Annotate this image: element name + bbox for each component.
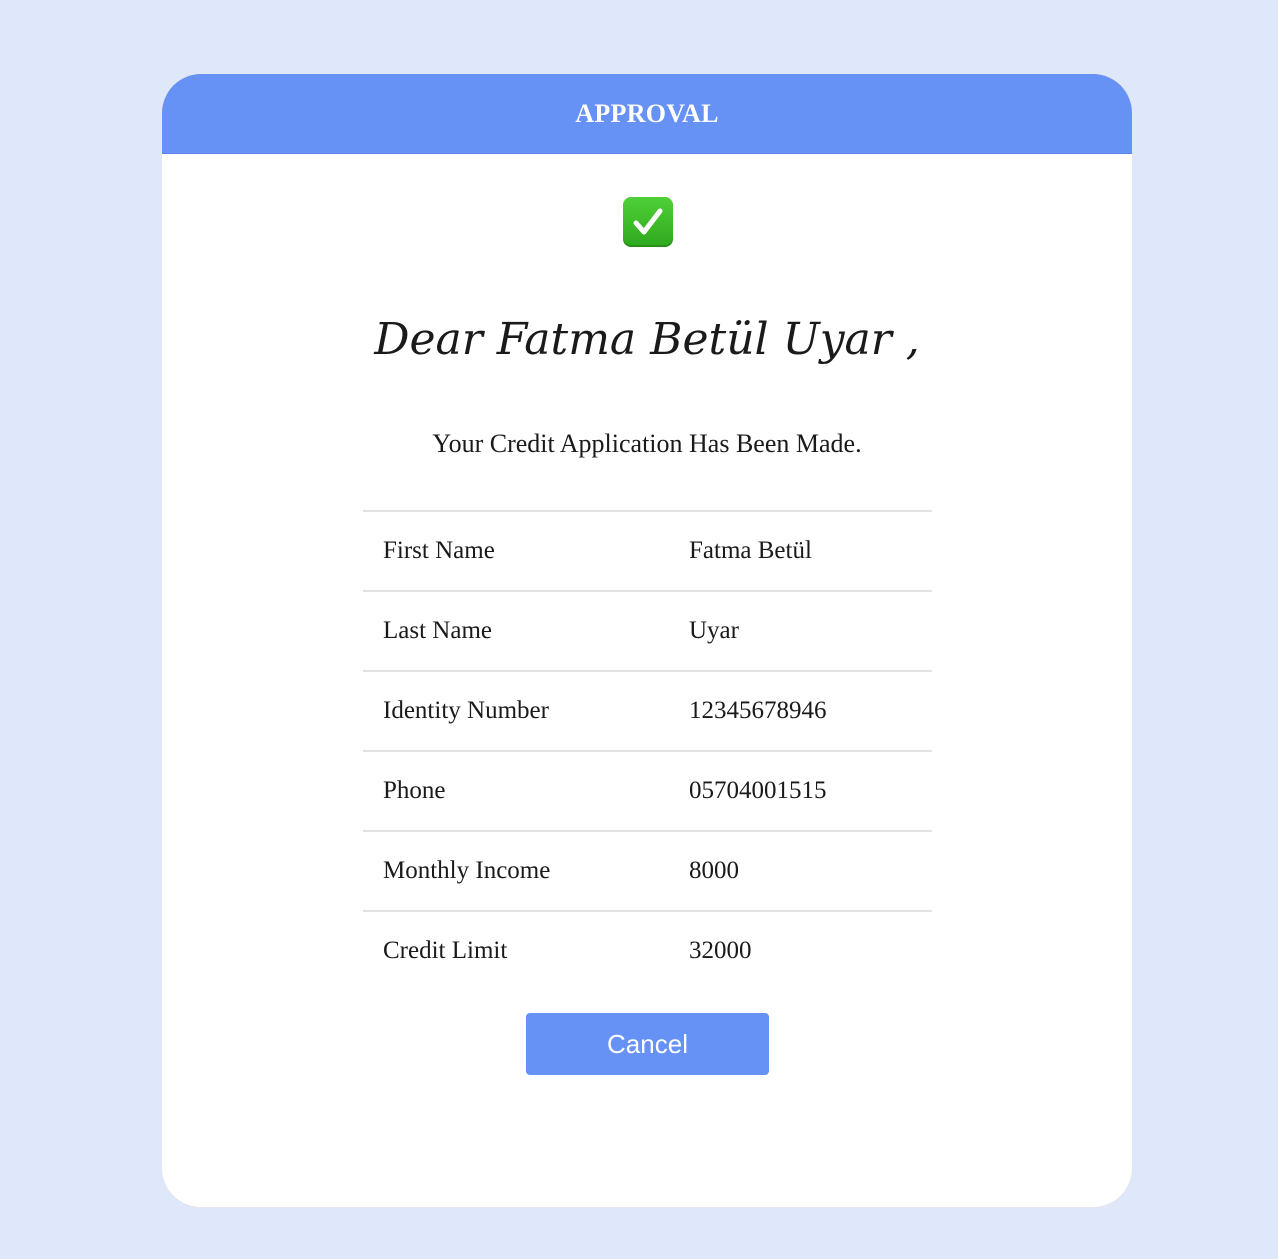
table-row: Phone 05704001515 <box>363 751 932 831</box>
credit-limit-value: 32000 <box>689 937 752 964</box>
header-title: APPROVAL <box>575 98 719 128</box>
last-name-value: Uyar <box>689 617 739 644</box>
identity-number-value: 12345678946 <box>689 697 827 724</box>
check-mark-glyph <box>633 208 663 235</box>
phone-label: Phone <box>383 777 446 804</box>
identity-number-label: Identity Number <box>383 697 549 724</box>
first-name-label: First Name <box>383 537 495 564</box>
monthly-income-label: Monthly Income <box>383 857 551 884</box>
approval-card: APPROVAL Dear Fatma Betül Uyar , Your Cr… <box>161 73 1133 1208</box>
table-row: Credit Limit 32000 <box>363 911 932 990</box>
table-row: Last Name Uyar <box>363 591 932 671</box>
check-mark-icon <box>623 197 673 247</box>
greeting-text: Dear Fatma Betül Uyar , <box>374 314 920 365</box>
phone-value: 05704001515 <box>689 777 827 804</box>
first-name-value: Fatma Betül <box>689 537 812 564</box>
application-details-table: First Name Fatma Betül Last Name Uyar Id… <box>363 510 932 990</box>
monthly-income-value: 8000 <box>689 857 739 884</box>
card-header: APPROVAL <box>162 74 1132 154</box>
cancel-button[interactable]: Cancel <box>526 1013 769 1075</box>
table-row: Monthly Income 8000 <box>363 831 932 911</box>
table-row: Identity Number 12345678946 <box>363 671 932 751</box>
credit-limit-label: Credit Limit <box>383 937 508 964</box>
table-row: First Name Fatma Betül <box>363 511 932 591</box>
confirmation-message: Your Credit Application Has Been Made. <box>432 429 862 458</box>
last-name-label: Last Name <box>383 617 492 644</box>
